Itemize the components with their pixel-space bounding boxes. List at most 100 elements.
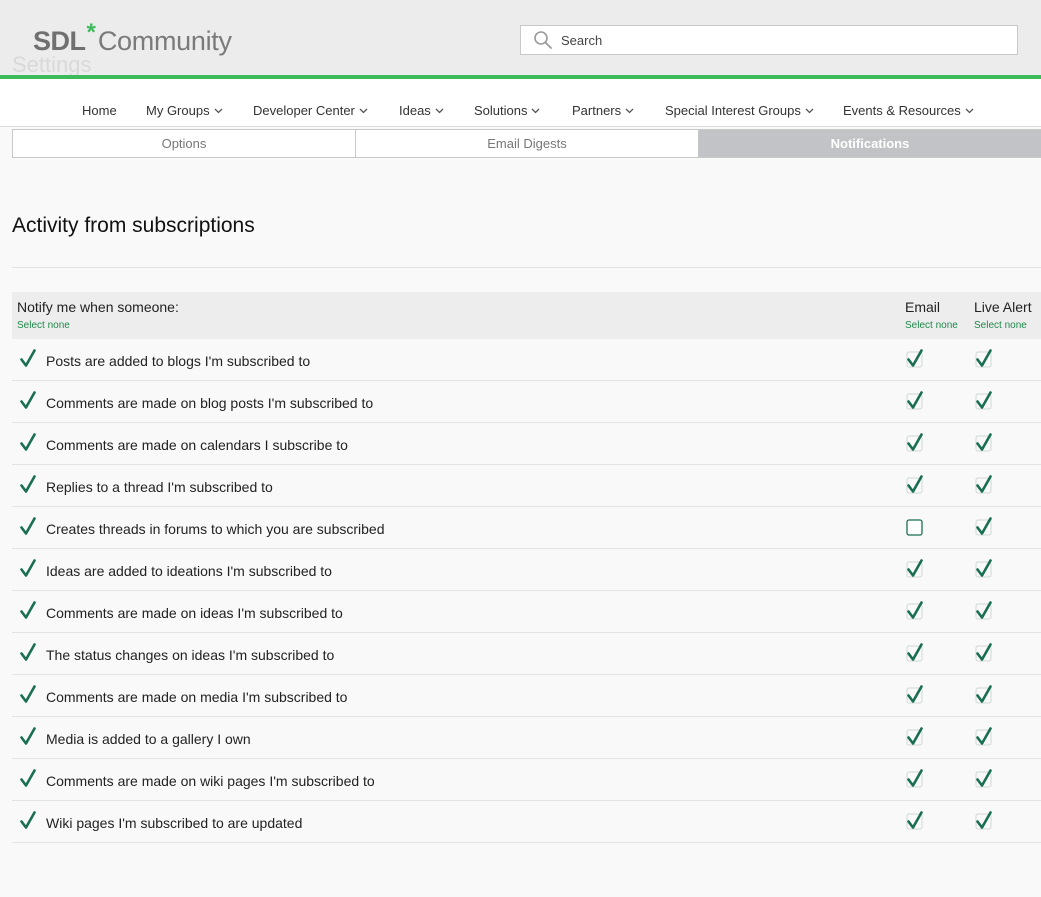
chevron-down-icon xyxy=(435,108,444,113)
tab-notifications[interactable]: Notifications xyxy=(699,130,1041,157)
notifications-table-header: Notify me when someone: Select none Emai… xyxy=(12,292,1041,339)
enable-checkbox[interactable] xyxy=(19,559,37,579)
enable-checkbox[interactable] xyxy=(19,811,37,831)
nav-item-label: Events & Resources xyxy=(843,103,961,118)
live-alert-checkbox[interactable] xyxy=(975,643,993,663)
table-row: Comments are made on blog posts I'm subs… xyxy=(12,381,1041,423)
email-checkbox[interactable] xyxy=(906,517,924,537)
table-row: Ideas are added to ideations I'm subscri… xyxy=(12,549,1041,591)
nav-item-label: Developer Center xyxy=(253,103,355,118)
logo-star-icon: * xyxy=(86,19,96,46)
email-checkbox[interactable] xyxy=(906,559,924,579)
logo-community-text: Community xyxy=(97,26,232,56)
table-row: Comments are made on ideas I'm subscribe… xyxy=(12,591,1041,633)
nav-item-label: My Groups xyxy=(146,103,210,118)
nav-item-developer-center[interactable]: Developer Center xyxy=(253,103,368,118)
nav-item-partners[interactable]: Partners xyxy=(572,103,634,118)
table-row: Wiki pages I'm subscribed to are updated xyxy=(12,801,1041,843)
email-checkbox[interactable] xyxy=(906,391,924,411)
table-row: Comments are made on calendars I subscri… xyxy=(12,423,1041,465)
live-alert-checkbox[interactable] xyxy=(975,517,993,537)
nav-item-label: Solutions xyxy=(474,103,528,118)
site-header: Settings SDL * Community xyxy=(0,0,1041,77)
enable-checkbox[interactable] xyxy=(19,643,37,663)
email-checkbox[interactable] xyxy=(906,475,924,495)
search-icon xyxy=(534,31,552,49)
sdl-community-logo[interactable]: SDL * Community xyxy=(33,19,232,58)
nav-item-label: Ideas xyxy=(399,103,431,118)
row-label: Comments are made on media I'm subscribe… xyxy=(46,689,348,705)
live-alert-checkbox[interactable] xyxy=(975,559,993,579)
email-column-header: Email xyxy=(905,299,941,315)
table-row: Posts are added to blogs I'm subscribed … xyxy=(12,339,1041,381)
live-alert-select-none-link[interactable]: Select none xyxy=(974,320,1027,331)
chevron-down-icon xyxy=(965,108,974,113)
table-row: Creates threads in forums to which you a… xyxy=(12,507,1041,549)
chevron-down-icon xyxy=(359,108,368,113)
search-box[interactable] xyxy=(520,25,1018,55)
row-label: Replies to a thread I'm subscribed to xyxy=(46,479,273,495)
row-label: Comments are made on ideas I'm subscribe… xyxy=(46,605,343,621)
live-alert-checkbox[interactable] xyxy=(975,601,993,621)
live-alert-checkbox[interactable] xyxy=(975,769,993,789)
section-divider xyxy=(12,267,1041,268)
nav-item-events-resources[interactable]: Events & Resources xyxy=(843,103,974,118)
nav-item-special-interest-groups[interactable]: Special Interest Groups xyxy=(665,103,814,118)
nav-item-label: Home xyxy=(82,103,117,118)
notifications-table-body: Posts are added to blogs I'm subscribed … xyxy=(12,339,1041,843)
row-label: Comments are made on wiki pages I'm subs… xyxy=(46,773,375,789)
enable-checkbox[interactable] xyxy=(19,475,37,495)
row-label: Ideas are added to ideations I'm subscri… xyxy=(46,563,332,579)
enable-checkbox[interactable] xyxy=(19,349,37,369)
row-label: Comments are made on blog posts I'm subs… xyxy=(46,395,374,411)
row-label: Media is added to a gallery I own xyxy=(46,731,251,747)
email-checkbox[interactable] xyxy=(906,643,924,663)
email-checkbox[interactable] xyxy=(906,349,924,369)
enable-checkbox[interactable] xyxy=(19,391,37,411)
email-checkbox[interactable] xyxy=(906,769,924,789)
nav-item-ideas[interactable]: Ideas xyxy=(399,103,444,118)
nav-item-home[interactable]: Home xyxy=(82,103,117,118)
live-alert-checkbox[interactable] xyxy=(975,433,993,453)
enable-checkbox[interactable] xyxy=(19,433,37,453)
email-checkbox[interactable] xyxy=(906,811,924,831)
live-alert-checkbox[interactable] xyxy=(975,811,993,831)
search-input[interactable] xyxy=(561,32,981,48)
nav-item-label: Partners xyxy=(572,103,622,118)
live-alert-checkbox[interactable] xyxy=(975,475,993,495)
tab-email-digests[interactable]: Email Digests xyxy=(356,130,699,157)
enable-checkbox[interactable] xyxy=(19,727,37,747)
table-row: Media is added to a gallery I own xyxy=(12,717,1041,759)
live-alert-checkbox[interactable] xyxy=(975,391,993,411)
chevron-down-icon xyxy=(625,108,634,113)
enable-checkbox[interactable] xyxy=(19,517,37,537)
chevron-down-icon xyxy=(214,108,223,113)
email-checkbox[interactable] xyxy=(906,727,924,747)
chevron-down-icon xyxy=(805,108,814,113)
email-select-none-link[interactable]: Select none xyxy=(905,320,958,331)
table-row: Comments are made on wiki pages I'm subs… xyxy=(12,759,1041,801)
email-checkbox[interactable] xyxy=(906,685,924,705)
enable-checkbox[interactable] xyxy=(19,601,37,621)
tab-options[interactable]: Options xyxy=(13,130,356,157)
live-alert-checkbox[interactable] xyxy=(975,349,993,369)
live-alert-checkbox[interactable] xyxy=(975,727,993,747)
row-label: Wiki pages I'm subscribed to are updated xyxy=(46,815,303,831)
email-checkbox[interactable] xyxy=(906,433,924,453)
row-label: Posts are added to blogs I'm subscribed … xyxy=(46,353,311,369)
logo-sdl-text: SDL xyxy=(33,26,86,56)
table-row: The status changes on ideas I'm subscrib… xyxy=(12,633,1041,675)
nav-item-my-groups[interactable]: My Groups xyxy=(146,103,223,118)
email-checkbox[interactable] xyxy=(906,601,924,621)
chevron-down-icon xyxy=(532,108,540,113)
enable-checkbox[interactable] xyxy=(19,685,37,705)
live-alert-checkbox[interactable] xyxy=(975,685,993,705)
nav-item-label: Special Interest Groups xyxy=(665,103,801,118)
enable-checkbox[interactable] xyxy=(19,769,37,789)
nav-item-solutions[interactable]: Solutions xyxy=(474,103,540,118)
row-label: The status changes on ideas I'm subscrib… xyxy=(46,647,335,663)
notify-select-none-link[interactable]: Select none xyxy=(17,320,70,331)
live-alert-column-header: Live Alert xyxy=(974,299,1032,315)
row-label: Creates threads in forums to which you a… xyxy=(46,521,385,537)
settings-tabs: Options Email Digests Notifications xyxy=(12,129,1041,158)
